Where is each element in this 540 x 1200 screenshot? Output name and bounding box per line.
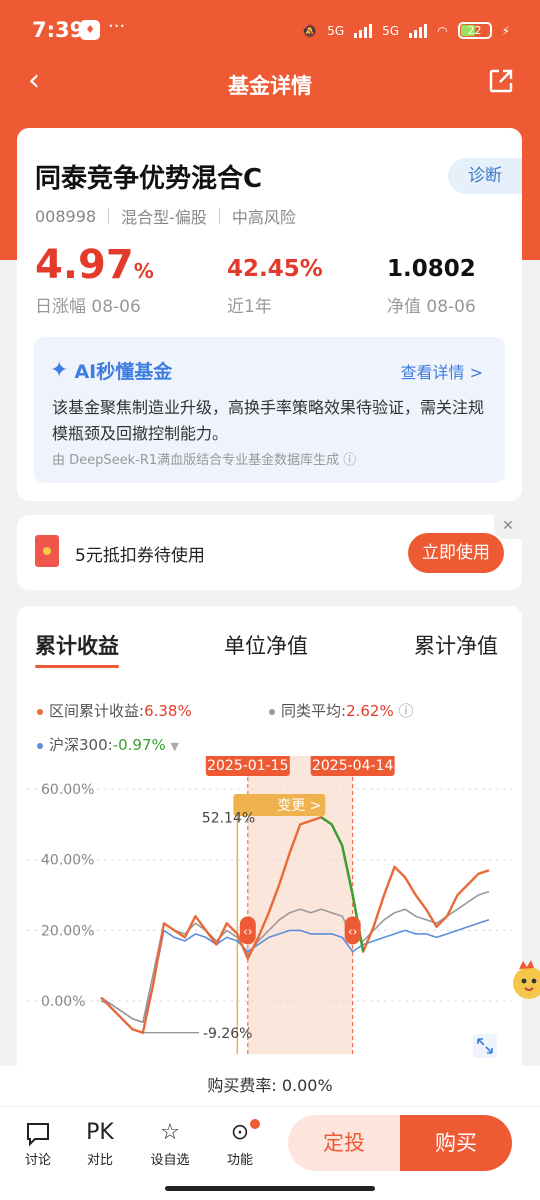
divider: [108, 208, 110, 224]
mascot-icon[interactable]: [507, 955, 540, 1005]
home-indicator: [165, 1186, 375, 1191]
navigation-bar: ‹ 基金详情: [0, 60, 540, 104]
pk-icon: PK: [86, 1120, 114, 1145]
red-envelope-icon: [35, 535, 59, 567]
diagnose-button[interactable]: 诊断: [448, 158, 522, 194]
y-tick-label: 60.00%: [41, 782, 94, 798]
ai-source-note: 由 DeepSeek-R1满血版结合专业基金数据库生成 ⓘ: [52, 453, 357, 468]
tab-cumulative-nav[interactable]: 累计净值: [414, 630, 498, 660]
legend-dot: [37, 742, 43, 749]
share-icon[interactable]: [488, 68, 514, 94]
legend-hs300[interactable]: 沪深300:-0.97% ▼: [37, 734, 179, 755]
discuss-label: 讨论: [24, 1153, 51, 1168]
chat-bubble-icon: [12, 1117, 64, 1149]
performance-chart-card: 累计收益 单位净值 累计净值 区间累计收益:6.38% 同类平均:2.62% ⓘ…: [17, 606, 522, 1076]
peak-label: 52.14%: [202, 810, 255, 826]
signal-5g-label: 5G: [327, 23, 345, 38]
more-notifications-icon: ···: [108, 16, 126, 37]
start-date-badge-text: 2025-01-15: [207, 758, 288, 774]
status-bar: 7:39 ♦ ··· 🔕 5G 5G ◠ 22 ⚡: [0, 0, 540, 60]
daily-change-label: 日涨幅 08-06: [35, 297, 141, 317]
nav-value: 1.0802: [387, 256, 476, 282]
chevron-down-icon: ▼: [170, 740, 180, 753]
view-details-link[interactable]: 查看详情 >: [401, 359, 484, 383]
sparkle-icon: ✦: [50, 358, 69, 383]
fund-meta: 008998 混合型-偏股 中高风险: [35, 204, 296, 228]
use-coupon-button[interactable]: 立即使用: [408, 533, 504, 573]
functions-label: 功能: [226, 1153, 253, 1168]
compare-button[interactable]: PK 对比: [74, 1117, 126, 1168]
close-icon[interactable]: ✕: [494, 515, 522, 539]
end-handle-arrows: ‹›: [348, 924, 358, 938]
page-title: 基金详情: [228, 74, 312, 98]
signal-icon-2: [409, 23, 428, 38]
fund-type: 混合型-偏股: [121, 208, 207, 227]
auto-invest-button[interactable]: 定投: [288, 1115, 400, 1171]
legend-avg-label: 同类平均:: [281, 702, 347, 720]
divider: [218, 208, 220, 224]
daily-change-stat: 4.97% 日涨幅 08-06: [35, 242, 154, 317]
y-tick-label: 0.00%: [41, 994, 85, 1010]
nav-label: 净值 08-06: [387, 297, 476, 317]
nav-stat: 1.0802 净值 08-06: [387, 254, 476, 317]
info-icon[interactable]: ⓘ: [399, 702, 414, 720]
star-icon: ☆: [160, 1120, 180, 1145]
signal-5g-label-2: 5G: [382, 23, 400, 38]
coupon-text: 5元抵扣券待使用: [75, 546, 205, 566]
fund-name: 同泰竞争优势混合C: [35, 164, 263, 194]
y-tick-label: 40.00%: [41, 853, 94, 869]
legend-hs-label: 沪深300:: [49, 736, 113, 754]
y-tick-label: 20.00%: [41, 923, 94, 939]
functions-button[interactable]: ⊙ 功能: [214, 1117, 266, 1168]
watchlist-label: 设自选: [150, 1153, 190, 1168]
legend-hs-value: -0.97%: [112, 736, 166, 754]
charging-icon: ⚡: [501, 23, 510, 38]
notification-dot: [250, 1119, 260, 1129]
year-return-value: 42.45%: [227, 256, 323, 282]
ai-summary-panel[interactable]: ✦ AI秒懂基金 查看详情 > 该基金聚焦制造业升级，高换手率策略效果待验证，需…: [34, 337, 505, 483]
fund-risk: 中高风险: [231, 208, 296, 227]
legend-avg-value: 2.62%: [346, 702, 394, 720]
mute-icon: 🔕: [302, 23, 318, 38]
return-chart[interactable]: 60.00% 40.00% 20.00% 0.00% 变更 > 2025-01-15 202…: [17, 756, 522, 1066]
wifi-icon: ◠: [437, 23, 448, 38]
manager-change-text: 变更 >: [277, 798, 321, 814]
battery-icon: 22: [457, 22, 492, 39]
year-return-label: 近1年: [227, 297, 272, 317]
legend-fund-value: 6.38%: [144, 702, 192, 720]
app-notification-icon: ♦: [80, 20, 100, 40]
legend-fund: 区间累计收益:6.38%: [37, 700, 192, 721]
status-time: 7:39: [32, 18, 85, 42]
legend-dot: [37, 708, 43, 715]
ai-summary-text: 该基金聚焦制造业升级，高换手率策略效果待验证，需关注规模瓶颈及回撤控制能力。: [52, 398, 485, 443]
add-watchlist-button[interactable]: ☆ 设自选: [144, 1117, 196, 1168]
legend-fund-label: 区间累计收益:: [49, 702, 145, 720]
legend-average: 同类平均:2.62% ⓘ: [269, 700, 414, 721]
start-handle-arrows: ‹›: [243, 924, 253, 938]
buy-button[interactable]: 购买: [400, 1115, 512, 1171]
daily-change-value: 4.97: [35, 242, 134, 288]
discuss-button[interactable]: 讨论: [12, 1117, 64, 1168]
tab-unit-nav[interactable]: 单位净值: [224, 630, 308, 660]
tab-cumulative-return[interactable]: 累计收益: [35, 630, 119, 668]
signal-icon: [354, 23, 373, 38]
year-return-stat: 42.45% 近1年: [227, 254, 323, 317]
low-label: -9.26%: [203, 1026, 253, 1042]
ai-summary-title: AI秒懂基金: [74, 361, 173, 383]
compare-label: 对比: [86, 1153, 113, 1168]
fund-code: 008998: [35, 206, 97, 226]
chart-tabs: 累计收益 单位净值 累计净值: [17, 630, 522, 670]
purchase-fee: 购买费率: 0.00%: [0, 1066, 540, 1106]
coupon-banner: 5元抵扣券待使用 立即使用 ✕: [17, 515, 522, 590]
daily-change-unit: %: [133, 259, 154, 283]
legend-dot: [269, 708, 275, 715]
end-date-badge-text: 2025-04-14: [312, 758, 393, 774]
fund-summary-card: 同泰竞争优势混合C 诊断 008998 混合型-偏股 中高风险 4.97% 日涨…: [17, 128, 522, 501]
expand-icon: [473, 1034, 497, 1058]
